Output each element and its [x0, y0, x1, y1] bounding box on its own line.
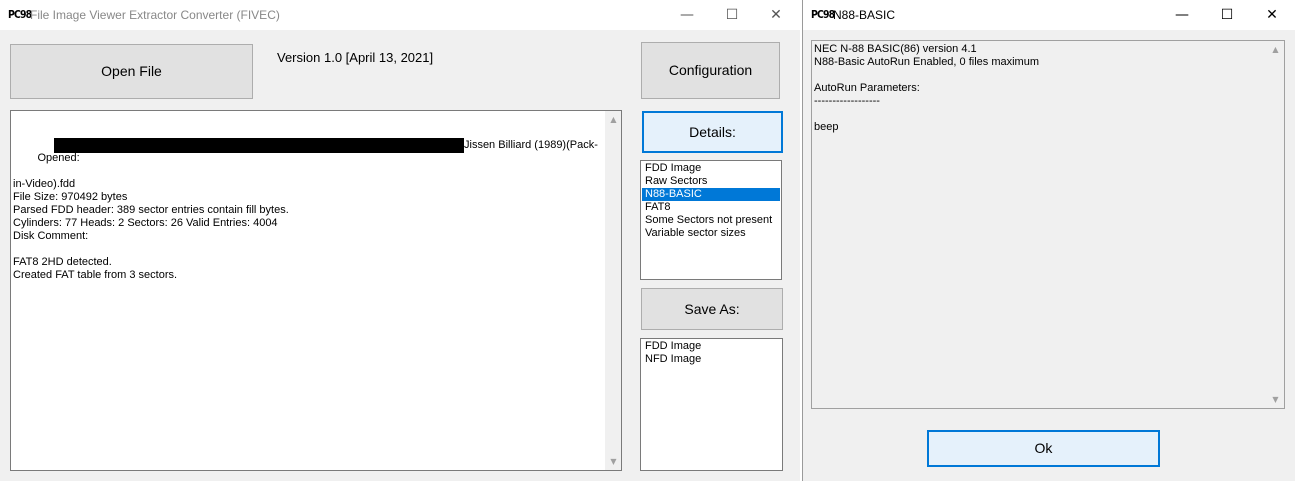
pc98-app-icon: PC98	[8, 8, 32, 21]
log-textbox[interactable]: Opened: Jissen Billiard (1989)(Pack- in-…	[10, 110, 622, 471]
save-as-label: Save As:	[684, 301, 740, 317]
ok-button[interactable]: Ok	[927, 430, 1160, 467]
open-file-label: Open File	[101, 63, 162, 79]
log-body: in-Video).fdd File Size: 970492 bytes Pa…	[13, 178, 289, 281]
details-button[interactable]: Details:	[642, 111, 783, 153]
n88-basic-dialog: PC98 N88-BASIC — ☐ ✕ NEC N-88 BASIC(86) …	[802, 0, 1295, 481]
ok-label: Ok	[1034, 440, 1053, 456]
save-as-button[interactable]: Save As:	[641, 288, 783, 330]
dialog-title: N88-BASIC	[833, 8, 896, 22]
scroll-down-icon[interactable]: ▼	[1267, 391, 1284, 408]
details-item-fat8[interactable]: FAT8	[642, 201, 780, 214]
scroll-up-icon[interactable]: ▲	[1267, 41, 1284, 58]
version-label: Version 1.0 [April 13, 2021]	[277, 50, 434, 65]
main-window: PC98 File Image Viewer Extractor Convert…	[0, 0, 800, 481]
details-item-fdd-image[interactable]: FDD Image	[642, 162, 780, 175]
configuration-button[interactable]: Configuration	[641, 42, 780, 99]
scroll-down-icon[interactable]: ▼	[605, 453, 622, 470]
window-title: File Image Viewer Extractor Converter (F…	[30, 8, 280, 22]
close-button[interactable]: ✕	[1249, 0, 1295, 30]
pc98-app-icon: PC98	[811, 8, 835, 21]
log-text: Opened: Jissen Billiard (1989)(Pack- in-…	[13, 113, 598, 308]
details-item-n88-basic[interactable]: N88-BASIC	[642, 188, 780, 201]
close-button[interactable]: ✕	[753, 0, 799, 30]
maximize-button[interactable]: ☐	[709, 0, 755, 30]
log-opened-prefix: Opened:	[37, 152, 80, 164]
open-file-button[interactable]: Open File	[10, 44, 253, 99]
details-listbox[interactable]: FDD Image Raw Sectors N88-BASIC FAT8 Som…	[640, 160, 782, 280]
dialog-titlebar[interactable]: PC98 N88-BASIC — ☐ ✕	[803, 0, 1295, 30]
save-item-fdd-image[interactable]: FDD Image	[642, 340, 781, 353]
minimize-button[interactable]: —	[1159, 0, 1205, 30]
log-opened-suffix: Jissen Billiard (1989)(Pack-	[464, 139, 598, 151]
details-item-raw-sectors[interactable]: Raw Sectors	[642, 175, 780, 188]
redaction-bar	[54, 138, 464, 153]
save-format-listbox[interactable]: FDD Image NFD Image	[640, 338, 783, 471]
details-label: Details:	[689, 124, 736, 140]
scroll-up-icon[interactable]: ▲	[605, 111, 622, 128]
minimize-button[interactable]: —	[664, 0, 710, 30]
details-item-variable-sizes[interactable]: Variable sector sizes	[642, 227, 780, 240]
log-scrollbar[interactable]: ▲ ▼	[605, 111, 621, 470]
save-item-nfd-image[interactable]: NFD Image	[642, 353, 781, 366]
basic-info-textbox[interactable]: NEC N-88 BASIC(86) version 4.1 N88-Basic…	[811, 40, 1285, 409]
main-titlebar[interactable]: PC98 File Image Viewer Extractor Convert…	[0, 0, 800, 30]
details-item-missing-sectors[interactable]: Some Sectors not present	[642, 214, 780, 227]
maximize-button[interactable]: ☐	[1204, 0, 1250, 30]
basic-info-text: NEC N-88 BASIC(86) version 4.1 N88-Basic…	[814, 43, 1039, 133]
basic-info-scrollbar[interactable]: ▲ ▼	[1267, 41, 1284, 408]
configuration-label: Configuration	[668, 62, 753, 78]
